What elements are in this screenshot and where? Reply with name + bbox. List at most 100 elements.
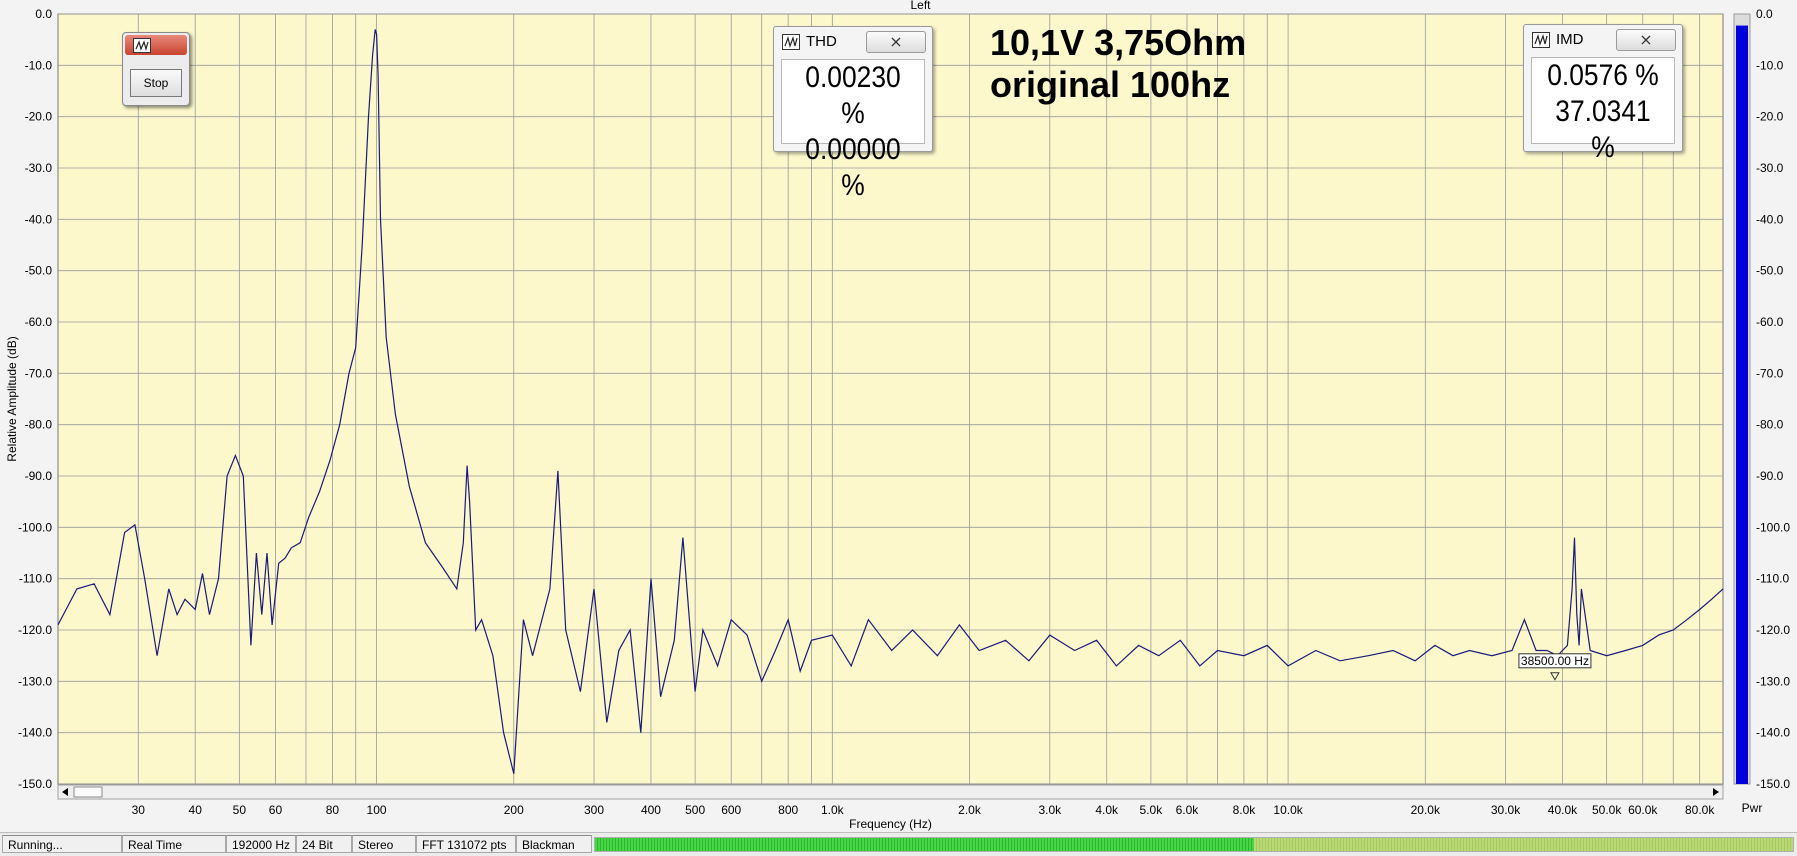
y-tick-label: -70.0	[25, 366, 53, 380]
overlay-line-2: original 100hz	[990, 64, 1231, 105]
meter-tick-label: -60.0	[1756, 315, 1784, 329]
y-tick-label: -130.0	[18, 674, 52, 688]
x-tick-label: 50.0k	[1592, 803, 1622, 817]
waveform-icon	[782, 34, 800, 50]
y-tick-label: -50.0	[25, 264, 53, 278]
spectrum-analyzer-window: 0.0 -10.0 -20.0 -30.0 -40.0 -50.0 -60.0 -70.0 -8…	[0, 0, 1797, 856]
x-tick-label: 200	[504, 803, 524, 817]
x-tick-label: 20.0k	[1411, 803, 1441, 817]
thd-panel-title: THD	[806, 33, 837, 50]
meter-tick-label: 0.0	[1756, 7, 1773, 21]
level-bar-remainder	[1253, 838, 1793, 851]
y-tick-label: -140.0	[18, 726, 52, 740]
status-bar: Running... Real Time 192000 Hz 24 Bit St…	[0, 832, 1797, 856]
waveform-icon	[1532, 32, 1550, 48]
status-channels[interactable]: Stereo	[352, 835, 416, 853]
imd-value-2: 37.0341 %	[1555, 95, 1651, 164]
y-tick-label: -10.0	[25, 58, 53, 72]
stop-button[interactable]: Stop	[130, 69, 182, 97]
status-bit-depth[interactable]: 24 Bit	[296, 835, 352, 853]
y-tick-label: -150.0	[18, 777, 52, 791]
x-tick-label: 3.0k	[1038, 803, 1062, 817]
status-sample-rate[interactable]: 192000 Hz	[226, 835, 296, 853]
frequency-marker-label: 38500.00 Hz	[1521, 654, 1589, 668]
x-tick-label: 8.0k	[1233, 803, 1257, 817]
y-tick-label: -90.0	[25, 469, 53, 483]
meter-tick-label: -140.0	[1756, 726, 1790, 740]
x-tick-label: 80	[326, 803, 340, 817]
meter-tick-label: -150.0	[1756, 777, 1790, 791]
x-tick-label: 30	[132, 803, 146, 817]
x-tick-label: 500	[685, 803, 705, 817]
imd-panel-title: IMD	[1556, 31, 1584, 48]
status-fft-size[interactable]: FFT 131072 pts	[416, 835, 516, 853]
level-bar-fill	[595, 838, 1254, 851]
y-tick-label: -40.0	[25, 212, 53, 226]
x-tick-label: 100	[367, 803, 387, 817]
meter-tick-label: -10.0	[1756, 58, 1784, 72]
close-icon[interactable]: ⨯	[1616, 29, 1676, 51]
x-tick-label: 300	[584, 803, 604, 817]
pwr-meter-label: Pwr	[1742, 801, 1763, 815]
meter-tick-label: -30.0	[1756, 161, 1784, 175]
x-tick-label: 30.0k	[1491, 803, 1521, 817]
meter-tick-label: -80.0	[1756, 418, 1784, 432]
x-tick-label: 50	[233, 803, 247, 817]
chart-title: Left	[910, 0, 931, 12]
x-tick-label: 60.0k	[1628, 803, 1658, 817]
x-tick-label: 10.0k	[1273, 803, 1303, 817]
y-tick-label: -60.0	[25, 315, 53, 329]
x-tick-label: 5.0k	[1140, 803, 1164, 817]
x-tick-label: 800	[778, 803, 798, 817]
status-window[interactable]: Blackman	[516, 835, 592, 853]
meter-tick-label: -100.0	[1756, 520, 1790, 534]
y-tick-label: -20.0	[25, 110, 53, 124]
x-tick-label: 600	[721, 803, 741, 817]
close-icon[interactable]: ⨯	[866, 31, 926, 53]
x-tick-label: 400	[641, 803, 661, 817]
x-tick-label: 2.0k	[958, 803, 982, 817]
y-tick-label: -30.0	[25, 161, 53, 175]
x-tick-label: 80.0k	[1685, 803, 1715, 817]
meter-tick-label: -20.0	[1756, 110, 1784, 124]
meter-tick-label: -110.0	[1756, 572, 1789, 586]
y-tick-label: -110.0	[19, 572, 52, 586]
scrollbar-thumb[interactable]	[73, 786, 103, 798]
y-tick-label: -80.0	[25, 418, 53, 432]
x-tick-label: 4.0k	[1095, 803, 1119, 817]
status-running: Running...	[2, 835, 122, 853]
meter-tick-label: -50.0	[1756, 264, 1784, 278]
stop-window-titlebar[interactable]	[125, 35, 187, 55]
overlay-annotation: 10,1V 3,75Ohm original 100hz	[990, 22, 1246, 106]
stop-window: Stop	[122, 32, 190, 106]
meter-tick-label: -40.0	[1756, 212, 1784, 226]
x-axis-label: Frequency (Hz)	[849, 817, 932, 831]
meter-tick-label: -130.0	[1756, 674, 1790, 688]
y-axis-label: Relative Amplitude (dB)	[5, 336, 19, 461]
status-mode[interactable]: Real Time	[122, 835, 226, 853]
overlay-line-1: 10,1V 3,75Ohm	[990, 22, 1247, 63]
x-tick-label: 1.0k	[821, 803, 845, 817]
level-bar	[594, 837, 1794, 852]
imd-panel: IMD ⨯ 0.0576 % 37.0341 %	[1523, 24, 1683, 164]
y-tick-label: 0.0	[35, 7, 52, 21]
thd-panel-header[interactable]: THD ⨯	[774, 27, 932, 55]
y-tick-label: -100.0	[18, 520, 52, 534]
thd-value-2: 0.00000 %	[805, 133, 901, 202]
y-tick-label: -120.0	[18, 623, 52, 637]
imd-value-1: 0.0576 %	[1547, 59, 1659, 92]
thd-value-1: 0.00230 %	[805, 61, 901, 130]
pwr-meter-fill	[1736, 25, 1748, 785]
thd-values: 0.00230 % 0.00000 %	[781, 59, 925, 202]
x-tick-label: 60	[269, 803, 283, 817]
x-tick-label: 40	[189, 803, 203, 817]
thd-panel: THD ⨯ 0.00230 % 0.00000 %	[773, 26, 933, 202]
meter-tick-label: -70.0	[1756, 366, 1784, 380]
x-tick-label: 6.0k	[1176, 803, 1200, 817]
imd-panel-header[interactable]: IMD ⨯	[1524, 25, 1682, 53]
meter-tick-label: -90.0	[1756, 469, 1784, 483]
meter-tick-label: -120.0	[1756, 623, 1790, 637]
waveform-icon	[133, 38, 151, 53]
horizontal-scrollbar[interactable]	[57, 784, 1724, 800]
imd-values: 0.0576 % 37.0341 %	[1531, 57, 1675, 164]
